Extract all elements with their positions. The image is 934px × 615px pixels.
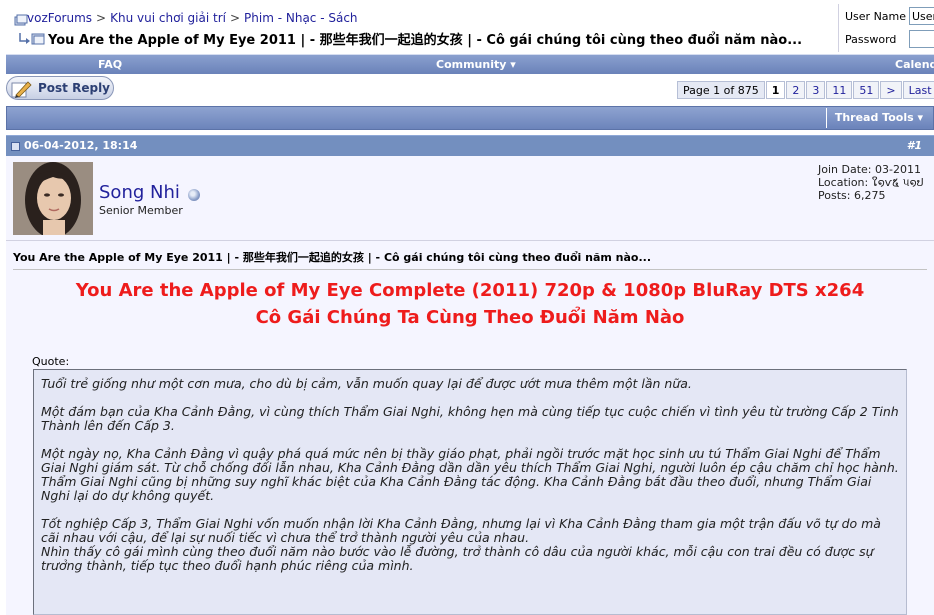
quote-paragraph: Một đám bạn của Kha Cảnh Đằng, vì cùng t… [41,404,899,433]
user-location: Location: ໃ໑ѵ໕ પ໑ປ [818,176,924,189]
page-link-51[interactable]: 51 [853,81,880,99]
page-next[interactable]: > [880,81,902,99]
post-status-icon [11,142,20,151]
main-nav: FAQ Community ▾ Calend [6,54,934,74]
join-date: Join Date: 03-2011 [818,163,921,176]
navbar: vozForums > Khu vui chơi giải trí > Phim - N… [6,4,836,48]
post-user-info: Song Nhi Senior Member Join Date: 03-201… [6,156,934,241]
page-link-11[interactable]: 11 [826,81,853,99]
quote-label: Quote: [32,355,70,368]
quote-box: Tuổi trẻ giống như một cơn mưa, cho dù b… [33,369,907,615]
forum-home-icon[interactable] [14,14,28,26]
user-stats: Join Date: 03-2011 Location: ໃ໑ѵ໕ પ໑ປ Po… [818,163,924,202]
page-link-2[interactable]: 2 [786,81,806,99]
pencil-icon [11,81,32,98]
post-body: You Are the Apple of My Eye 2011 | - 那些年… [6,241,934,615]
username-input[interactable] [909,7,934,25]
thread-title-text: You Are the Apple of My Eye 2011 | - 那些年… [48,33,803,48]
thread-toolbar: Thread Tools ▾ [6,106,934,130]
user-title: Senior Member [99,204,183,217]
thread-title: You Are the Apple of My Eye 2011 | - 那些年… [18,29,802,48]
headline-vietnamese: Cô Gái Chúng Ta Cùng Theo Đuổi Năm Nào [255,307,685,328]
headline-english: You Are the Apple of My Eye Complete (20… [75,280,865,301]
password-label: Password [845,33,897,46]
quote-paragraph: Một ngày nọ, Kha Cảnh Đằng vì quậy phá q… [41,446,899,503]
username-link[interactable]: Song Nhi [99,182,180,203]
page-link-3[interactable]: 3 [806,81,826,99]
breadcrumb-vozforums[interactable]: vozForums [27,11,92,25]
post-reply-label: Post Reply [38,81,110,95]
breadcrumb-phim-nhac-sach[interactable]: Phim - Nhạc - Sách [244,11,358,25]
quote-paragraph: Nhìn thấy cô gái mình cùng theo đuổi năm… [41,544,874,573]
nav-faq[interactable]: FAQ [98,58,122,71]
nav-calendar[interactable]: Calend [895,58,934,71]
post-date: 06-04-2012, 18:14 [24,139,138,152]
quote-paragraph: Tốt nghiệp Cấp 3, Thẩm Giai Nghi vốn muố… [41,516,881,545]
post-divider [13,269,927,270]
breadcrumb-khu-vui-choi[interactable]: Khu vui chơi giải trí [110,11,226,25]
login-box: User Name Password [838,4,934,52]
post-count: Posts: 6,275 [818,189,886,202]
pagination: Page 1 of 875 1 2 3 11 51 > Last » [677,81,934,99]
password-input[interactable] [909,30,934,48]
avatar[interactable] [13,162,93,235]
nav-community[interactable]: Community ▾ [436,58,516,71]
breadcrumb: vozForums > Khu vui chơi giải trí > Phim - N… [27,11,358,25]
username-label: User Name [845,10,907,23]
post-title: You Are the Apple of My Eye 2011 | - 那些年… [13,251,652,264]
page-last[interactable]: Last » [902,81,934,99]
page-current: 1 [765,81,786,99]
post-reply-button[interactable]: Post Reply [6,76,114,100]
thread-tools-menu[interactable]: Thread Tools ▾ [825,108,931,128]
thread-arrow-icon [19,33,45,45]
page-count-label: Page 1 of 875 [677,81,765,99]
quote-paragraph: Tuổi trẻ giống như một cơn mưa, cho dù b… [41,376,692,391]
post-permalink[interactable]: #1 [907,139,922,152]
post-header: 06-04-2012, 18:14 #1 [6,135,934,156]
online-status-icon [188,189,200,201]
